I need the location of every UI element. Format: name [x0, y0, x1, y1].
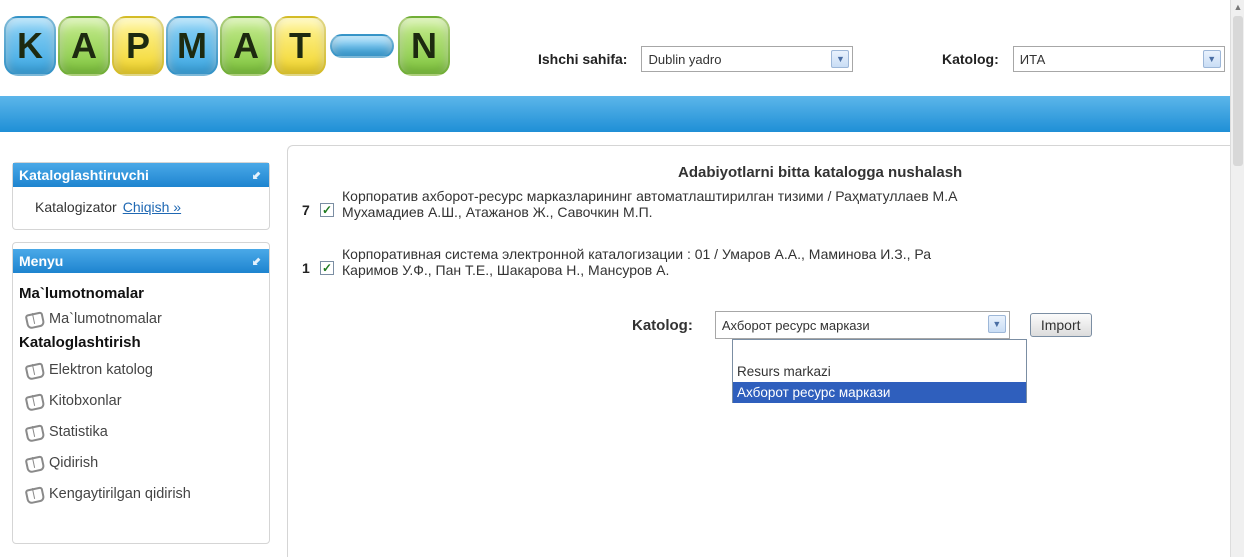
header: K A P M A T N Ishchi sahifa: Dublin yadr… — [0, 0, 1244, 96]
book-icon — [25, 454, 43, 472]
target-catalog-label: Katolog: — [632, 316, 693, 334]
menu-item-label: Kitobxonlar — [49, 392, 122, 409]
record-checkbox[interactable]: ✓ — [320, 261, 334, 275]
record-count: 1 — [302, 260, 310, 276]
menu-item-electronic-catalog[interactable]: Elektron katolog — [13, 354, 269, 385]
chevron-down-icon[interactable]: ▼ — [1202, 50, 1221, 68]
scroll-thumb[interactable] — [1233, 16, 1243, 166]
menu-item-reference[interactable]: Ma`lumotnomalar — [13, 305, 269, 332]
target-catalog-value: Ахборот ресурс маркази — [721, 317, 870, 333]
user-name: Katalogizator — [35, 199, 117, 215]
record-title-line: Корпоратив ахборот-ресурс марказларининг… — [342, 188, 958, 204]
record-text: Корпоратив ахборот-ресурс марказларининг… — [342, 188, 957, 220]
logo-tile: K — [4, 16, 56, 76]
workpage-field: Ishchi sahifa: Dublin yadro ▼ — [538, 46, 854, 72]
book-icon — [25, 423, 43, 441]
scroll-up-icon[interactable]: ▲ — [1233, 2, 1243, 12]
collapse-icon[interactable]: ⬋ — [252, 169, 261, 182]
record-checkbox[interactable]: ✓ — [320, 203, 334, 217]
record-count: 7 — [302, 202, 310, 218]
header-bar — [0, 96, 1230, 132]
workpage-select-value: Dublin yadro — [648, 51, 722, 67]
logo-tile: A — [220, 16, 272, 76]
menu-item-label: Ma`lumotnomalar — [49, 310, 162, 327]
logo-tile: A — [58, 16, 110, 76]
menu-item-statistics[interactable]: Statistika — [13, 416, 269, 447]
kapmaton-logo: K A P M A T N — [4, 10, 452, 82]
record-title-line: Корпоративная система электронной катало… — [342, 246, 932, 262]
catalog-label: Katolog: — [942, 51, 999, 67]
book-icon — [25, 392, 43, 410]
catalog-dropdown-list: Resurs markazi Ахборот ресурс маркази — [732, 339, 1027, 403]
menu-item-label: Statistika — [49, 423, 108, 440]
book-icon — [25, 361, 43, 379]
menu-panel-title: Menyu — [19, 253, 64, 269]
catalog-field: Katolog: ИТА ▼ — [942, 46, 1225, 72]
workpage-label: Ishchi sahifa: — [538, 51, 628, 67]
cataloguer-panel: Kataloglashtiruvchi ⬋ Katalogizator Chiq… — [12, 162, 270, 230]
logo-tile: N — [398, 16, 450, 76]
menu-section-cataloguing: Kataloglashtirish — [19, 334, 141, 351]
page-title: Adabiyotlarni bitta katalogga nushalash — [678, 164, 963, 181]
dropdown-option-info-resource-center[interactable]: Ахборот ресурс маркази — [733, 382, 1026, 403]
chevron-down-icon[interactable]: ▼ — [831, 50, 850, 68]
menu-panel-header[interactable]: Menyu ⬋ — [13, 249, 269, 273]
record-authors-line: Мухамадиев А.Ш., Атажанов Ж., Савочкин М… — [342, 204, 653, 220]
target-catalog-select[interactable]: Ахборот ресурс маркази ▼ — [714, 311, 1010, 339]
catalog-select-value: ИТА — [1019, 51, 1046, 67]
menu-item-label: Qidirish — [49, 454, 99, 471]
logo-tile: P — [112, 16, 164, 76]
catalog-select[interactable]: ИТА ▼ — [1012, 46, 1225, 72]
book-icon — [25, 310, 43, 328]
logout-link[interactable]: Chiqish » — [123, 199, 181, 215]
record-text: Корпоративная система электронной катало… — [342, 246, 931, 278]
menu-section-reference: Ma`lumotnomalar — [19, 285, 145, 302]
target-catalog-row: Katolog: Ахборот ресурс маркази ▼ Import — [632, 311, 1092, 339]
chevron-down-icon[interactable]: ▼ — [987, 315, 1006, 333]
menu-item-label: Elektron katolog — [49, 361, 153, 378]
menu-item-readers[interactable]: Kitobxonlar — [13, 385, 269, 416]
page-scrollbar[interactable]: ▲ — [1230, 0, 1244, 557]
collapse-icon[interactable]: ⬋ — [252, 255, 261, 268]
record-row: 1 ✓ Корпоративная система электронной ка… — [302, 246, 931, 278]
book-icon — [25, 485, 43, 503]
logo-dash — [330, 34, 394, 58]
dropdown-option-resource-center[interactable]: Resurs markazi — [733, 361, 1026, 382]
dropdown-option-empty[interactable] — [733, 340, 1026, 361]
logo-tile: T — [274, 16, 326, 76]
record-authors-line: Каримов У.Ф., Пан Т.Е., Шакарова Н., Ман… — [342, 262, 670, 278]
menu-panel: Menyu ⬋ Ma`lumotnomalar Ma`lumotnomalar … — [12, 242, 270, 544]
menu-item-advanced-search[interactable]: Kengaytirilgan qidirish — [13, 478, 269, 509]
import-button[interactable]: Import — [1029, 313, 1092, 337]
record-row: 7 ✓ Корпоратив ахборот-ресурс марказлари… — [302, 188, 957, 220]
logo-tile: M — [166, 16, 218, 76]
workpage-select[interactable]: Dublin yadro ▼ — [641, 46, 854, 72]
cataloguer-panel-header[interactable]: Kataloglashtiruvchi ⬋ — [13, 163, 269, 187]
cataloguer-panel-title: Kataloglashtiruvchi — [19, 167, 149, 183]
menu-item-label: Kengaytirilgan qidirish — [49, 485, 191, 502]
menu-item-search[interactable]: Qidirish — [13, 447, 269, 478]
